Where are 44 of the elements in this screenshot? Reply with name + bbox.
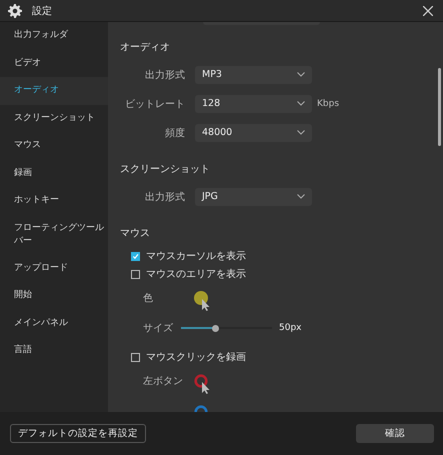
scrollbar[interactable] [438, 68, 441, 146]
sidebar-item[interactable]: メインパネル [0, 310, 108, 337]
sidebar-item[interactable]: 開始 [0, 282, 108, 310]
field-label: 左ボタン [143, 374, 184, 388]
field-label: 色 [143, 292, 154, 304]
field-label: 出力形式 [144, 68, 185, 82]
checkbox-label: マウスクリックを録画 [146, 351, 246, 364]
chevron-down-icon [297, 194, 305, 199]
settings-icon [8, 4, 22, 18]
slider-value: 50px [279, 323, 302, 333]
sidebar-item[interactable]: ホットキー [0, 187, 108, 214]
window-title: 設定 [32, 4, 52, 18]
confirm-button[interactable]: 確認 [356, 424, 434, 443]
sidebar-item[interactable]: 言語 [0, 337, 108, 364]
close-icon[interactable] [423, 6, 433, 16]
dropdown-field[interactable]: 128 [195, 94, 312, 112]
sidebar-item[interactable]: 録画 [0, 160, 108, 187]
chevron-down-icon [297, 130, 305, 135]
section-heading: オーディオ [120, 41, 171, 54]
checkbox-label: マウスカーソルを表示 [146, 250, 246, 263]
chevron-down-icon [297, 72, 305, 77]
sidebar-item[interactable]: オーディオ [0, 77, 108, 104]
checkbox[interactable] [131, 352, 140, 362]
section-heading: スクリーンショット [120, 163, 211, 176]
chevron-down-icon [297, 101, 305, 106]
section-heading: マウス [120, 227, 151, 240]
field-label: サイズ [143, 322, 174, 335]
sidebar-item[interactable]: スクリーンショット [0, 104, 108, 132]
dropdown-field[interactable]: 48000 [195, 124, 312, 142]
sidebar-item[interactable]: アップロード [0, 254, 108, 282]
dropdown-field[interactable]: MP3 [195, 66, 312, 84]
field-label: 頻度 [164, 126, 185, 140]
checkbox-label: マウスのエリアを表示 [146, 268, 246, 281]
reset-defaults-button[interactable]: デフォルトの設定を再設定 [10, 424, 146, 443]
checkbox[interactable] [131, 252, 140, 260]
sidebar-item[interactable]: 出力フォルダ [0, 22, 108, 50]
field-label: 出力形式 [144, 190, 185, 204]
checkbox[interactable] [131, 270, 140, 278]
sidebar-item[interactable]: マウス [0, 132, 108, 160]
dropdown-field[interactable]: JPG [195, 188, 312, 206]
sidebar-item[interactable]: フローティングツールバー [0, 214, 108, 254]
field-label: ビットレート [124, 98, 185, 110]
unit-label: Kbps [317, 98, 340, 108]
sidebar-item[interactable]: ビデオ [0, 50, 108, 77]
